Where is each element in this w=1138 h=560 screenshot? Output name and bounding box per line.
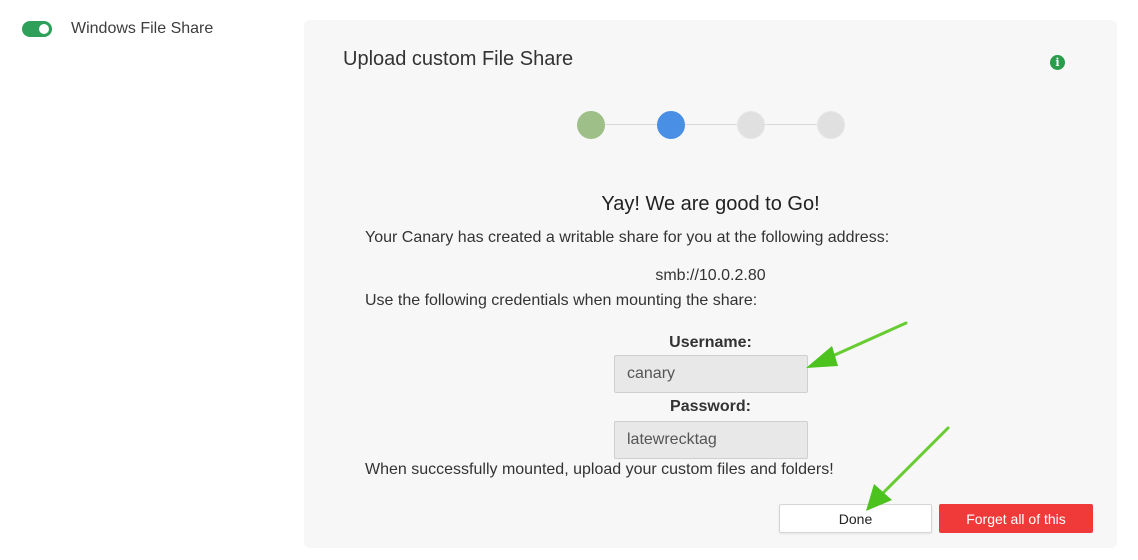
progress-stepper <box>577 111 847 139</box>
intro-text: Your Canary has created a writable share… <box>365 229 890 246</box>
step-2 <box>657 111 685 139</box>
password-label: Password: <box>670 398 751 415</box>
step-3 <box>737 111 765 139</box>
upload-panel: Upload custom File Share i Yay! We are g… <box>304 20 1117 548</box>
info-icon[interactable]: i <box>1050 55 1065 70</box>
service-label: Windows File Share <box>71 20 214 37</box>
forget-button[interactable]: Forget all of this <box>939 504 1093 533</box>
step-4 <box>817 111 845 139</box>
service-toggle[interactable] <box>22 21 52 37</box>
panel-title: Upload custom File Share <box>343 48 574 70</box>
password-field[interactable] <box>614 421 808 459</box>
sidebar-service-row: Windows File Share <box>22 20 213 38</box>
step-1 <box>577 111 605 139</box>
upload-text: When successfully mounted, upload your c… <box>365 461 834 478</box>
stepper-line <box>591 124 831 125</box>
toggle-knob <box>39 24 49 34</box>
username-label: Username: <box>669 334 752 351</box>
credentials-text: Use the following credentials when mount… <box>365 292 758 309</box>
success-heading: Yay! We are good to Go! <box>601 193 820 215</box>
username-field[interactable] <box>614 355 808 393</box>
share-address: smb://10.0.2.80 <box>655 267 766 284</box>
done-button[interactable]: Done <box>779 504 932 533</box>
